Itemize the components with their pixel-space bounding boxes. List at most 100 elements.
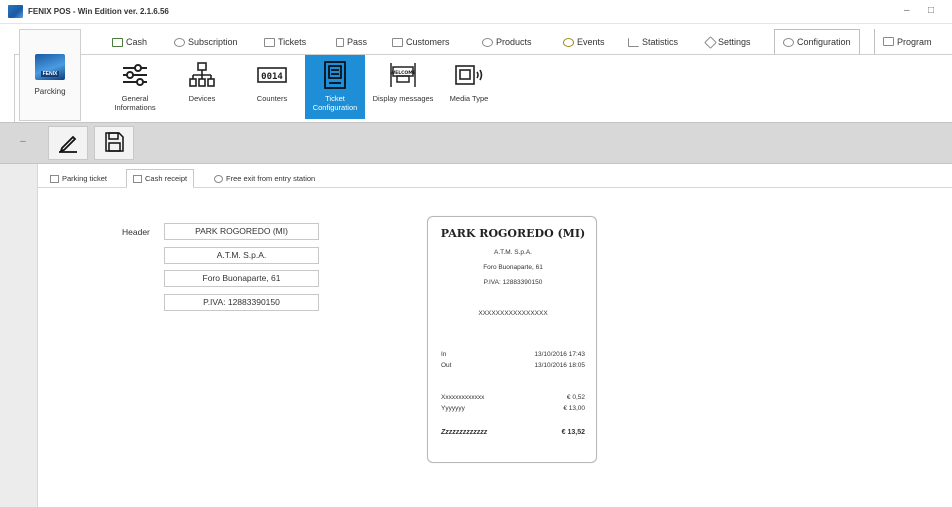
receipt-editor: Header PARK ROGOREDO (MI) A.T.M. S.p.A. …: [38, 188, 952, 507]
tab-label: Pass: [347, 37, 368, 47]
tab-pass[interactable]: Pass: [336, 33, 367, 51]
ribbon-label: Display messages: [372, 94, 434, 103]
total-value: € 13,52: [561, 429, 585, 436]
ribbon-label: Counters: [256, 94, 288, 103]
item-value: € 0,52: [566, 394, 585, 401]
ribbon-general-informations[interactable]: General Informations: [105, 55, 165, 119]
ribbon: FENIX Parcking General Informations Devi…: [14, 29, 952, 122]
tab-customers[interactable]: Customers: [392, 33, 450, 51]
ticket-config-icon: [320, 60, 350, 90]
header-line-2-field[interactable]: A.T.M. S.p.A.: [164, 247, 319, 264]
pencil-icon: [57, 131, 79, 155]
settings-icon: [704, 35, 717, 49]
counter-icon: 0014: [257, 60, 287, 90]
gear-icon: [783, 37, 794, 47]
subtab-parking-ticket[interactable]: Parking ticket: [44, 170, 113, 187]
tab-cash[interactable]: Cash: [112, 33, 147, 51]
pass-icon: [336, 37, 344, 47]
edit-button[interactable]: [48, 126, 88, 160]
tickets-icon: [264, 37, 275, 47]
receipt-line: A.T.M. S.p.A.: [494, 249, 532, 256]
module-button-parcking[interactable]: FENIX Parcking: [19, 29, 81, 121]
tab-label: Customers: [406, 37, 450, 47]
tab-label: Products: [496, 37, 532, 47]
receipt-line: P.IVA: 12883390150: [483, 279, 543, 286]
events-icon: [563, 37, 574, 47]
receipt-title: PARK ROGOREDO (MI): [440, 227, 586, 240]
header-line-1-field[interactable]: PARK ROGOREDO (MI): [164, 223, 319, 240]
subscription-icon: [174, 37, 185, 47]
ticket-icon: [50, 174, 59, 183]
tab-label: Tickets: [278, 37, 307, 47]
tab-label: Settings: [718, 37, 751, 47]
logo-text: FENIX: [40, 71, 60, 77]
title-bar: FENIX POS - Win Edition ver. 2.1.6.56 – …: [0, 0, 952, 24]
sliders-icon: [120, 60, 150, 90]
tab-statistics[interactable]: Statistics: [628, 33, 678, 51]
subtab-free-exit[interactable]: Free exit from entry station: [208, 170, 321, 187]
tab-subscription[interactable]: Subscription: [174, 33, 238, 51]
header-line-4-field[interactable]: P.IVA: 12883390150: [164, 294, 319, 311]
program-icon: [883, 37, 894, 46]
ribbon-label: Media Type: [449, 94, 489, 103]
receipt-icon: [133, 174, 142, 183]
tab-label: Cash: [126, 37, 148, 47]
ribbon-label: Devices: [188, 94, 216, 103]
network-icon: [187, 60, 217, 90]
display-text: WELCOME: [390, 70, 416, 76]
ribbon-devices[interactable]: Devices: [172, 55, 232, 119]
tab-tickets[interactable]: Tickets: [264, 33, 306, 51]
ribbon-counters[interactable]: 0014 Counters: [242, 55, 302, 119]
tab-label: Configuration: [797, 37, 851, 47]
toolbar: –: [0, 122, 952, 164]
tab-program[interactable]: Program: [874, 29, 940, 54]
receipt-code: XXXXXXXXXXXXXXXX: [478, 310, 548, 317]
item-label: Xxxxxxxxxxxxx: [441, 394, 485, 401]
out-value: 13/10/2016 18:05: [534, 362, 585, 369]
in-value: 13/10/2016 17:43: [534, 351, 585, 358]
receipt-preview: PARK ROGOREDO (MI) A.T.M. S.p.A. Foro Bu…: [427, 216, 597, 463]
out-label: Out: [441, 362, 452, 369]
counter-display: 0014: [261, 72, 283, 82]
ribbon-ticket-configuration[interactable]: Ticket Configuration: [305, 55, 365, 119]
ribbon-label: Ticket Configuration: [312, 94, 358, 112]
receipt-line: Foro Buonaparte, 61: [483, 264, 543, 271]
ribbon-display-messages[interactable]: WELCOME Display messages: [373, 55, 433, 119]
ribbon-label: General Informations: [114, 94, 156, 112]
subtab-cash-receipt[interactable]: Cash receipt: [126, 169, 195, 188]
app-icon: [8, 5, 23, 18]
save-button[interactable]: [94, 126, 134, 160]
tab-label: Subscription: [188, 37, 238, 47]
in-label: In: [441, 351, 447, 358]
maximize-button[interactable]: □: [928, 5, 934, 16]
module-label: Parcking: [34, 87, 66, 96]
window-title: FENIX POS - Win Edition ver. 2.1.6.56: [28, 7, 169, 16]
save-icon: [103, 131, 125, 155]
fenix-logo: FENIX: [35, 54, 65, 80]
item-value: € 13,00: [563, 405, 585, 412]
media-icon: [454, 60, 484, 90]
tab-events[interactable]: Events: [563, 33, 605, 51]
customers-icon: [392, 37, 403, 47]
tab-products[interactable]: Products: [482, 33, 532, 51]
main-tab-strip: Cash Subscription Tickets Pass Customers…: [0, 24, 952, 54]
left-gutter: [0, 164, 38, 507]
tab-configuration[interactable]: Configuration: [774, 29, 860, 54]
total-label: Zzzzzzzzzzzzz: [441, 429, 488, 436]
header-line-3-field[interactable]: Foro Buonaparte, 61: [164, 270, 319, 287]
exit-icon: [214, 174, 223, 183]
cash-icon: [112, 37, 123, 47]
tab-label: Events: [577, 37, 605, 47]
ribbon-media-type[interactable]: Media Type: [439, 55, 499, 119]
tab-label: Statistics: [642, 37, 679, 47]
tab-settings[interactable]: Settings: [704, 33, 751, 51]
statistics-icon: [628, 37, 639, 47]
subtab-label: Cash receipt: [145, 174, 188, 183]
tab-label: Program: [897, 36, 932, 47]
collapse-button[interactable]: –: [12, 127, 34, 157]
subtab-label: Free exit from entry station: [226, 174, 316, 183]
header-label: Header: [122, 227, 150, 237]
minimize-button[interactable]: –: [904, 5, 910, 16]
ticket-type-tabs: Parking ticket Cash receipt Free exit fr…: [38, 164, 952, 188]
subtab-label: Parking ticket: [62, 174, 108, 183]
